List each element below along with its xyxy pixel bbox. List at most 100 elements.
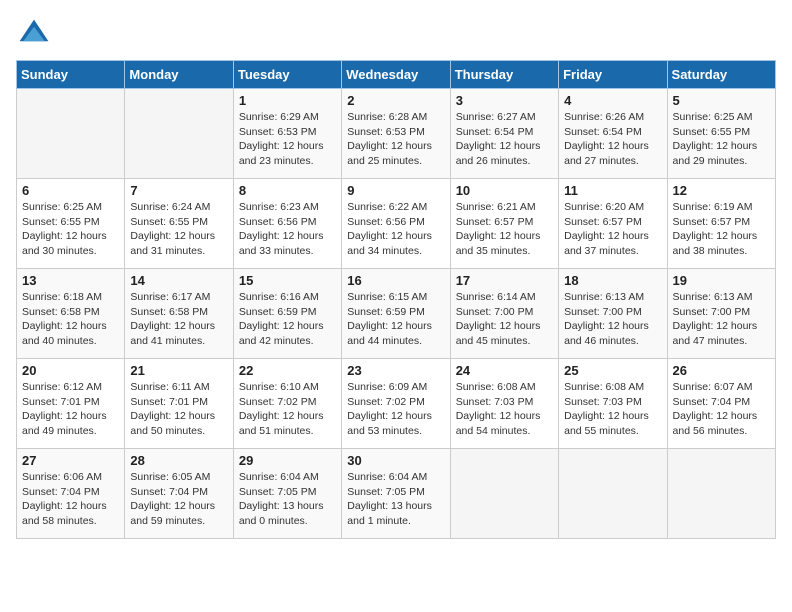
day-number: 29 [239, 453, 336, 468]
day-number: 14 [130, 273, 227, 288]
day-detail: Sunrise: 6:23 AM Sunset: 6:56 PM Dayligh… [239, 200, 336, 259]
calendar-day-cell: 2Sunrise: 6:28 AM Sunset: 6:53 PM Daylig… [342, 89, 450, 179]
calendar-day-cell: 26Sunrise: 6:07 AM Sunset: 7:04 PM Dayli… [667, 359, 775, 449]
day-number: 5 [673, 93, 770, 108]
calendar-day-cell: 24 Sunrise: 6:08 AM Sunset: 7:03 PM Dayli… [450, 359, 558, 449]
day-number: 25 [564, 363, 661, 378]
day-number: 6 [22, 183, 119, 198]
day-number: 8 [239, 183, 336, 198]
day-detail: Sunrise: 6:25 AM Sunset: 6:55 PM Dayligh… [22, 200, 119, 259]
day-number: 24 [456, 363, 553, 378]
weekday-header-sunday: Sunday [17, 61, 125, 89]
day-detail: Sunrise: 6:26 AM Sunset: 6:54 PM Dayligh… [564, 110, 661, 169]
weekday-header-friday: Friday [559, 61, 667, 89]
day-detail: Sunrise: 6:10 AM Sunset: 7:02 PM Dayligh… [239, 380, 336, 439]
day-detail: Sunrise: 6:04 AM Sunset: 7:05 PM Dayligh… [239, 470, 336, 529]
logo-icon [16, 16, 52, 52]
day-detail: Sunrise: 6:14 AM Sunset: 7:00 PM Dayligh… [456, 290, 553, 349]
logo [16, 16, 56, 52]
day-detail: Sunrise: 6:13 AM Sunset: 7:00 PM Dayligh… [673, 290, 770, 349]
day-number: 21 [130, 363, 227, 378]
calendar-day-cell: 3 Sunrise: 6:27 AM Sunset: 6:54 PM Daylig… [450, 89, 558, 179]
day-detail: Sunrise: 6:19 AM Sunset: 6:57 PM Dayligh… [673, 200, 770, 259]
calendar-day-cell: 12 Sunrise: 6:19 AM Sunset: 6:57 PM Dayli… [667, 179, 775, 269]
calendar-week-4: 20Sunrise: 6:12 AM Sunset: 7:01 PM Dayli… [17, 359, 776, 449]
day-detail: Sunrise: 6:12 AM Sunset: 7:01 PM Dayligh… [22, 380, 119, 439]
day-number: 11 [564, 183, 661, 198]
day-detail: Sunrise: 6:13 AM Sunset: 7:00 PM Dayligh… [564, 290, 661, 349]
day-detail: Sunrise: 6:27 AM Sunset: 6:54 PM Dayligh… [456, 110, 553, 169]
calendar-day-cell: 22 Sunrise: 6:10 AM Sunset: 7:02 PM Dayli… [233, 359, 341, 449]
calendar-day-cell: 4 Sunrise: 6:26 AM Sunset: 6:54 PM Daylig… [559, 89, 667, 179]
day-number: 12 [673, 183, 770, 198]
calendar-day-cell: 30 Sunrise: 6:04 AM Sunset: 7:05 PM Dayli… [342, 449, 450, 539]
calendar-day-cell: 15 Sunrise: 6:16 AM Sunset: 6:59 PM Dayli… [233, 269, 341, 359]
calendar-day-cell: 28 Sunrise: 6:05 AM Sunset: 7:04 PM Dayli… [125, 449, 233, 539]
calendar-day-cell [125, 89, 233, 179]
calendar-day-cell: 27Sunrise: 6:06 AM Sunset: 7:04 PM Dayli… [17, 449, 125, 539]
day-detail: Sunrise: 6:09 AM Sunset: 7:02 PM Dayligh… [347, 380, 444, 439]
day-detail: Sunrise: 6:15 AM Sunset: 6:59 PM Dayligh… [347, 290, 444, 349]
calendar-day-cell: 9 Sunrise: 6:22 AM Sunset: 6:56 PM Daylig… [342, 179, 450, 269]
day-detail: Sunrise: 6:24 AM Sunset: 6:55 PM Dayligh… [130, 200, 227, 259]
day-number: 9 [347, 183, 444, 198]
calendar-day-cell: 18 Sunrise: 6:13 AM Sunset: 7:00 PM Dayli… [559, 269, 667, 359]
weekday-header-saturday: Saturday [667, 61, 775, 89]
day-number: 18 [564, 273, 661, 288]
calendar-day-cell: 5 Sunrise: 6:25 AM Sunset: 6:55 PM Daylig… [667, 89, 775, 179]
calendar-week-3: 13Sunrise: 6:18 AM Sunset: 6:58 PM Dayli… [17, 269, 776, 359]
day-number: 30 [347, 453, 444, 468]
day-number: 10 [456, 183, 553, 198]
day-detail: Sunrise: 6:08 AM Sunset: 7:03 PM Dayligh… [456, 380, 553, 439]
calendar-day-cell: 8 Sunrise: 6:23 AM Sunset: 6:56 PM Daylig… [233, 179, 341, 269]
calendar-day-cell: 29 Sunrise: 6:04 AM Sunset: 7:05 PM Dayli… [233, 449, 341, 539]
day-detail: Sunrise: 6:04 AM Sunset: 7:05 PM Dayligh… [347, 470, 444, 529]
calendar-day-cell: 1 Sunrise: 6:29 AM Sunset: 6:53 PM Daylig… [233, 89, 341, 179]
weekday-header-thursday: Thursday [450, 61, 558, 89]
calendar-day-cell: 17 Sunrise: 6:14 AM Sunset: 7:00 PM Dayli… [450, 269, 558, 359]
day-number: 3 [456, 93, 553, 108]
calendar-day-cell: 20Sunrise: 6:12 AM Sunset: 7:01 PM Dayli… [17, 359, 125, 449]
day-number: 4 [564, 93, 661, 108]
day-detail: Sunrise: 6:20 AM Sunset: 6:57 PM Dayligh… [564, 200, 661, 259]
day-number: 7 [130, 183, 227, 198]
calendar-week-5: 27Sunrise: 6:06 AM Sunset: 7:04 PM Dayli… [17, 449, 776, 539]
day-detail: Sunrise: 6:28 AM Sunset: 6:53 PM Dayligh… [347, 110, 444, 169]
day-number: 23 [347, 363, 444, 378]
day-detail: Sunrise: 6:11 AM Sunset: 7:01 PM Dayligh… [130, 380, 227, 439]
day-number: 1 [239, 93, 336, 108]
calendar-day-cell: 19Sunrise: 6:13 AM Sunset: 7:00 PM Dayli… [667, 269, 775, 359]
day-detail: Sunrise: 6:18 AM Sunset: 6:58 PM Dayligh… [22, 290, 119, 349]
day-detail: Sunrise: 6:05 AM Sunset: 7:04 PM Dayligh… [130, 470, 227, 529]
header [16, 16, 776, 52]
day-detail: Sunrise: 6:16 AM Sunset: 6:59 PM Dayligh… [239, 290, 336, 349]
day-detail: Sunrise: 6:21 AM Sunset: 6:57 PM Dayligh… [456, 200, 553, 259]
day-detail: Sunrise: 6:29 AM Sunset: 6:53 PM Dayligh… [239, 110, 336, 169]
day-number: 17 [456, 273, 553, 288]
calendar-day-cell: 11 Sunrise: 6:20 AM Sunset: 6:57 PM Dayli… [559, 179, 667, 269]
day-detail: Sunrise: 6:07 AM Sunset: 7:04 PM Dayligh… [673, 380, 770, 439]
day-detail: Sunrise: 6:17 AM Sunset: 6:58 PM Dayligh… [130, 290, 227, 349]
calendar-week-2: 6 Sunrise: 6:25 AM Sunset: 6:55 PM Daylig… [17, 179, 776, 269]
calendar-day-cell [667, 449, 775, 539]
weekday-header-monday: Monday [125, 61, 233, 89]
weekday-header-tuesday: Tuesday [233, 61, 341, 89]
calendar-day-cell: 10 Sunrise: 6:21 AM Sunset: 6:57 PM Dayli… [450, 179, 558, 269]
calendar-day-cell: 6 Sunrise: 6:25 AM Sunset: 6:55 PM Daylig… [17, 179, 125, 269]
day-detail: Sunrise: 6:25 AM Sunset: 6:55 PM Dayligh… [673, 110, 770, 169]
calendar-day-cell: 25Sunrise: 6:08 AM Sunset: 7:03 PM Dayli… [559, 359, 667, 449]
day-number: 28 [130, 453, 227, 468]
calendar-day-cell [17, 89, 125, 179]
day-detail: Sunrise: 6:22 AM Sunset: 6:56 PM Dayligh… [347, 200, 444, 259]
calendar-day-cell: 7 Sunrise: 6:24 AM Sunset: 6:55 PM Daylig… [125, 179, 233, 269]
day-number: 15 [239, 273, 336, 288]
calendar-day-cell: 14 Sunrise: 6:17 AM Sunset: 6:58 PM Dayli… [125, 269, 233, 359]
calendar-day-cell: 13Sunrise: 6:18 AM Sunset: 6:58 PM Dayli… [17, 269, 125, 359]
calendar-header: SundayMondayTuesdayWednesdayThursdayFrid… [17, 61, 776, 89]
calendar-day-cell [559, 449, 667, 539]
weekday-row: SundayMondayTuesdayWednesdayThursdayFrid… [17, 61, 776, 89]
calendar-table: SundayMondayTuesdayWednesdayThursdayFrid… [16, 60, 776, 539]
calendar-day-cell: 16Sunrise: 6:15 AM Sunset: 6:59 PM Dayli… [342, 269, 450, 359]
day-number: 22 [239, 363, 336, 378]
day-number: 27 [22, 453, 119, 468]
